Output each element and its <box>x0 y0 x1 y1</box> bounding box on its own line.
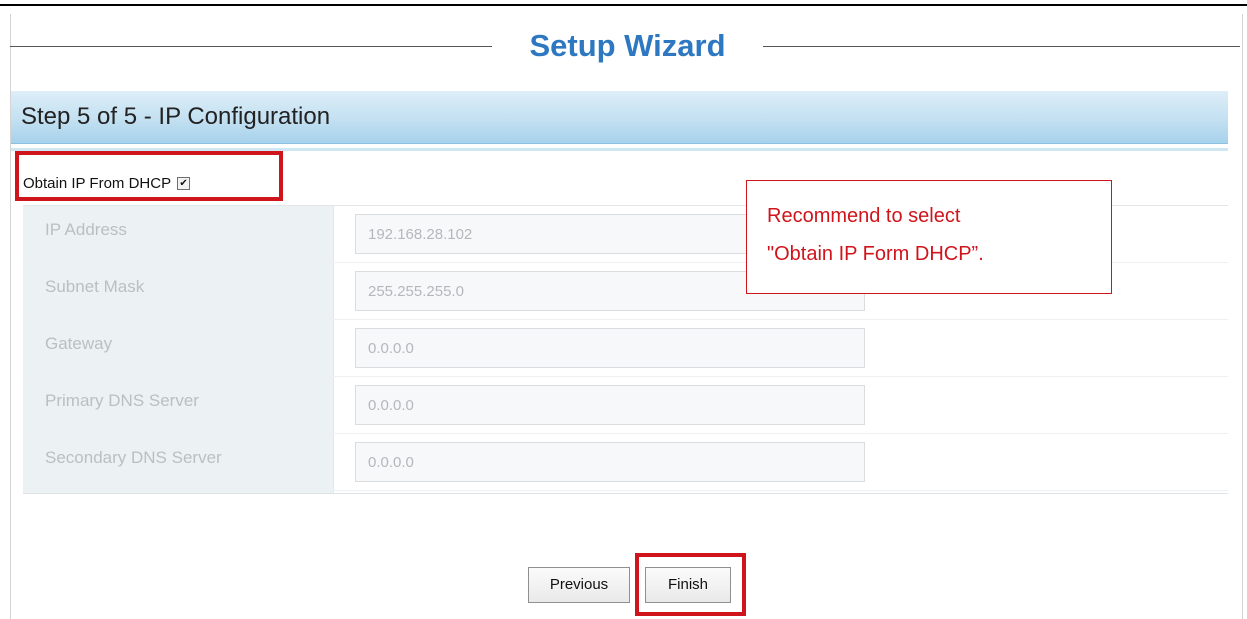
secondary-dns-row: Secondary DNS Server <box>23 434 1228 491</box>
callout-line-1: Recommend to select <box>767 205 961 227</box>
step-header: Step 5 of 5 - IP Configuration <box>11 91 1228 144</box>
step-title: Step 5 of 5 - IP Configuration <box>21 103 331 130</box>
ip-address-label: IP Address <box>45 220 127 239</box>
title-rule-left <box>10 46 492 47</box>
previous-button[interactable]: Previous <box>528 567 630 603</box>
primary-dns-input[interactable] <box>355 385 865 425</box>
primary-dns-label: Primary DNS Server <box>45 391 199 410</box>
gateway-input[interactable] <box>355 328 865 368</box>
subnet-mask-label: Subnet Mask <box>45 277 145 296</box>
secondary-dns-label: Secondary DNS Server <box>45 448 222 467</box>
title-rule-right <box>763 46 1240 47</box>
secondary-dns-input[interactable] <box>355 442 865 482</box>
finish-highlight-box <box>635 553 746 616</box>
dhcp-highlight-box <box>15 151 283 201</box>
gateway-label: Gateway <box>45 334 113 353</box>
wizard-title: Setup Wizard <box>529 28 726 63</box>
page-top-rule <box>0 4 1247 6</box>
recommendation-callout: Recommend to select "Obtain IP Form DHCP… <box>746 180 1112 294</box>
callout-line-2: "Obtain IP Form DHCP”. <box>767 243 984 265</box>
gateway-row: Gateway <box>23 320 1228 377</box>
primary-dns-row: Primary DNS Server <box>23 377 1228 434</box>
